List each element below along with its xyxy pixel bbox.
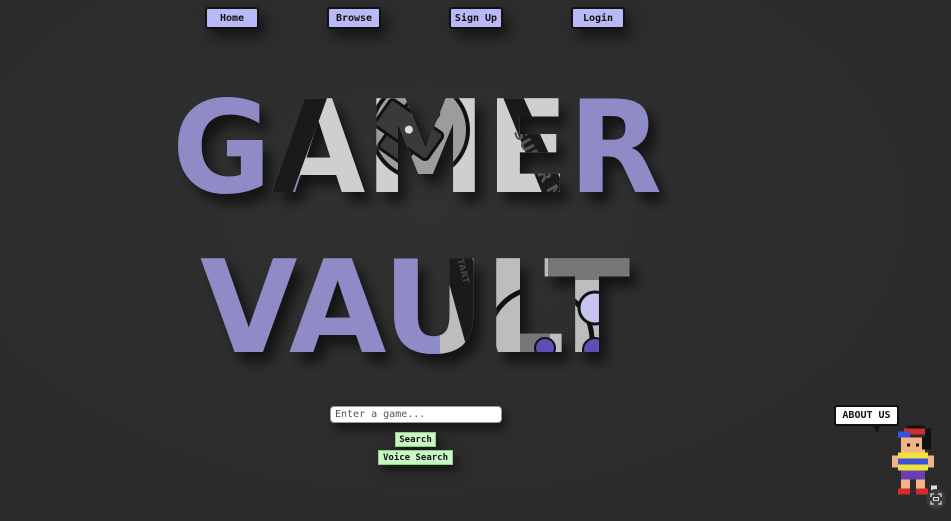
voice-search-button[interactable]: Voice Search xyxy=(378,450,453,465)
search-button[interactable]: Search xyxy=(395,432,436,447)
search-input[interactable] xyxy=(330,406,502,423)
hero-logo-graphic: GAMER VAULT GAMER SUPER NINT xyxy=(172,74,662,383)
speech-bubble-tail xyxy=(872,425,880,433)
screenshot-icon[interactable] xyxy=(926,489,946,509)
about-us-button[interactable]: ABOUT US xyxy=(834,405,899,426)
scan-icon xyxy=(930,493,942,505)
hero-logo: GAMER VAULT GAMER SUPER NINT xyxy=(0,0,951,400)
